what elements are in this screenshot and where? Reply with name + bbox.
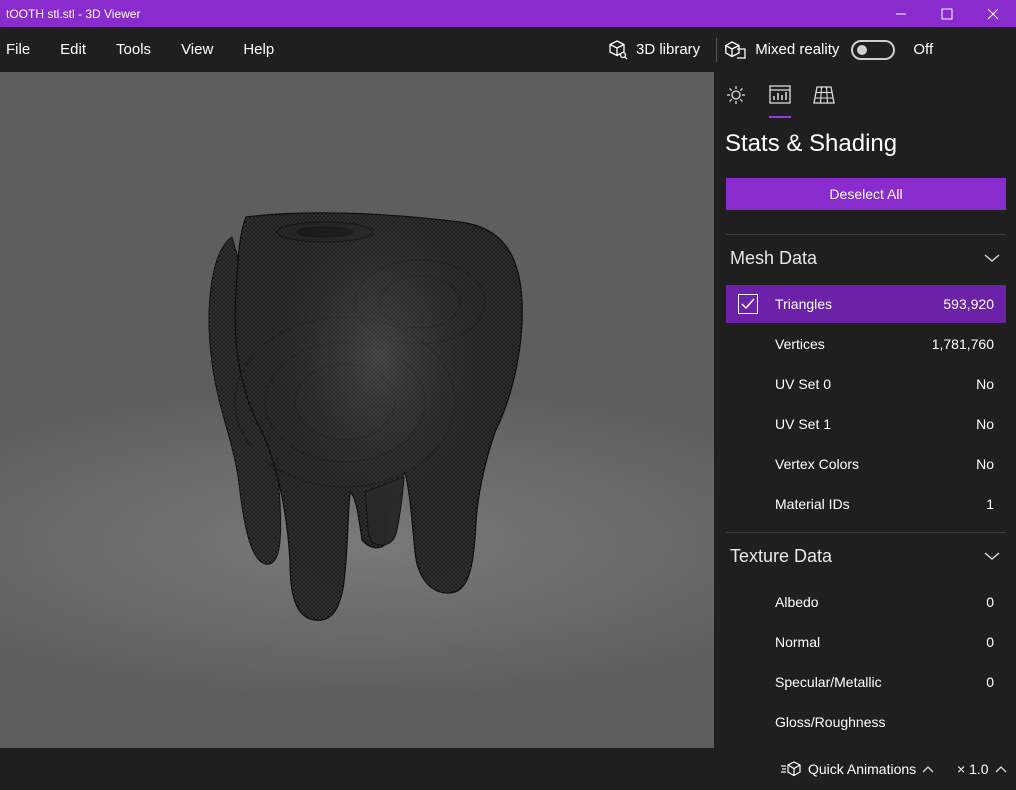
3d-library-button[interactable]: 3D library (600, 27, 708, 72)
mesh-row-triangles[interactable]: Triangles 593,920 (726, 285, 1006, 323)
maximize-button[interactable] (924, 0, 970, 27)
row-label: Gloss/Roughness (775, 714, 886, 730)
mesh-row-vertex-colors: Vertex Colors No (726, 445, 1006, 483)
panel-title: Stats & Shading (725, 130, 898, 157)
texture-data-title: Texture Data (730, 545, 833, 566)
close-icon (987, 8, 999, 19)
row-label: UV Set 0 (775, 376, 832, 392)
row-label: Material IDs (775, 496, 850, 512)
mesh-row-uv-set-0: UV Set 0 No (726, 365, 1006, 403)
menu-bar: File Edit Tools View Help 3D library Mix… (0, 27, 1016, 72)
animation-cube-icon (781, 761, 801, 777)
close-button[interactable] (970, 0, 1016, 27)
row-value: 0 (986, 594, 994, 610)
animation-speed-label: × 1.0 (957, 761, 989, 777)
sun-icon (727, 86, 745, 104)
cube-search-icon (609, 39, 628, 59)
mixed-reality-control[interactable]: Mixed reality Off (725, 39, 934, 60)
mesh-row-uv-set-1: UV Set 1 No (726, 405, 1006, 443)
chevron-up-icon (922, 766, 934, 773)
quick-animations-button[interactable]: Quick Animations (780, 748, 934, 790)
row-label: Vertices (775, 336, 825, 352)
row-label: UV Set 1 (775, 416, 832, 432)
mixed-reality-toggle[interactable] (851, 39, 896, 60)
row-label: Vertex Colors (775, 456, 860, 472)
texture-row-albedo: Albedo 0 (726, 583, 1006, 621)
menu-file[interactable]: File (0, 27, 36, 72)
stats-panel: Stats & Shading Deselect All Mesh Data T… (714, 72, 1016, 748)
mesh-row-material-ids: Material IDs 1 (726, 485, 1006, 523)
mixed-reality-icon (725, 40, 746, 59)
animation-speed-button[interactable]: × 1.0 (957, 748, 1007, 790)
texture-row-gloss-roughness: Gloss/Roughness (726, 703, 1006, 741)
section-divider (726, 234, 1006, 235)
checkmark-icon (741, 298, 755, 310)
row-label: Specular/Metallic (775, 674, 882, 690)
mesh-data-header[interactable]: Mesh Data (730, 243, 1006, 273)
row-value: No (976, 456, 994, 472)
section-divider (726, 532, 1006, 533)
menu-edit[interactable]: Edit (54, 27, 92, 72)
window-title: tOOTH stl.stl - 3D Viewer (6, 6, 141, 21)
menu-tools[interactable]: Tools (110, 27, 157, 72)
row-label: Normal (775, 634, 821, 650)
mixed-reality-label: Mixed reality (755, 41, 840, 58)
menu-view[interactable]: View (175, 27, 219, 72)
tooth-model[interactable] (0, 72, 714, 748)
maximize-icon (941, 8, 953, 19)
menu-separator (716, 37, 718, 62)
mesh-row-vertices: Vertices 1,781,760 (726, 325, 1006, 363)
texture-row-normal: Normal 0 (726, 623, 1006, 661)
minimize-button[interactable] (878, 0, 924, 27)
3d-library-label: 3D library (636, 41, 701, 58)
title-bar: tOOTH stl.stl - 3D Viewer (0, 0, 1016, 27)
tab-stats[interactable] (758, 72, 802, 118)
bottom-bar: Quick Animations × 1.0 (0, 748, 1016, 790)
row-value: 0 (986, 634, 994, 650)
mixed-reality-state: Off (913, 41, 934, 58)
toggle-knob (857, 44, 868, 55)
texture-row-specular-metallic: Specular/Metallic 0 (726, 663, 1006, 701)
menu-help[interactable]: Help (237, 27, 280, 72)
row-value: 593,920 (943, 296, 994, 312)
row-value: 0 (986, 674, 994, 690)
chevron-up-icon (995, 766, 1006, 773)
tab-grid[interactable] (802, 72, 846, 118)
mesh-data-title: Mesh Data (730, 247, 818, 268)
grid-icon (813, 86, 835, 104)
chevron-down-icon (984, 254, 1000, 262)
quick-animations-label: Quick Animations (808, 761, 917, 777)
chevron-down-icon (984, 552, 1000, 560)
row-label: Triangles (775, 296, 833, 312)
row-value: No (976, 376, 994, 392)
checkbox-icon[interactable] (738, 294, 758, 314)
stats-icon (769, 85, 791, 104)
minimize-icon (896, 13, 906, 14)
tab-lighting[interactable] (714, 72, 758, 118)
panel-tabs (714, 72, 846, 118)
row-value: 1 (986, 496, 994, 512)
row-value: 1,781,760 (931, 336, 994, 352)
row-value: No (976, 416, 994, 432)
3d-viewport[interactable] (0, 72, 714, 748)
row-label: Albedo (775, 594, 819, 610)
deselect-all-button[interactable]: Deselect All (726, 178, 1006, 210)
texture-data-header[interactable]: Texture Data (730, 541, 1006, 571)
